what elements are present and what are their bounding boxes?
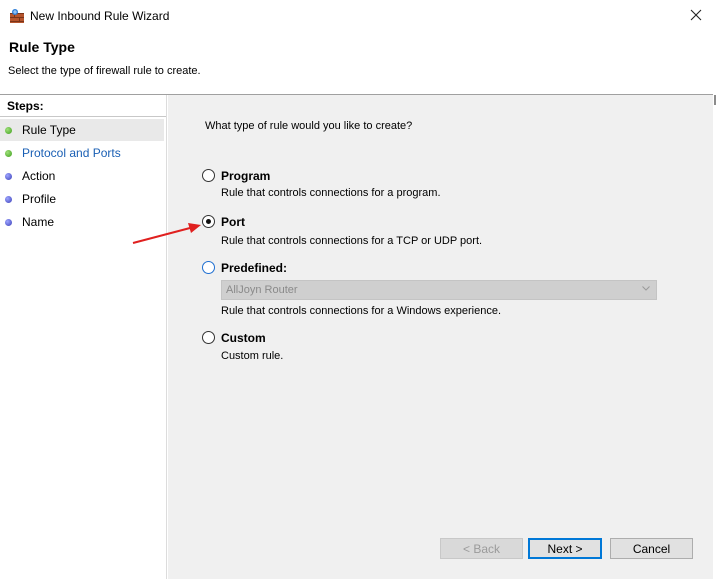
step-label[interactable]: Protocol and Ports: [22, 146, 121, 160]
step-status-icon: [5, 126, 12, 134]
step-action: Action: [0, 165, 164, 187]
predefined-description: Rule that controls connections for a Win…: [221, 305, 502, 317]
window-title: New Inbound Rule Wizard: [30, 9, 170, 23]
program-label[interactable]: Program: [221, 169, 270, 183]
program-radio[interactable]: [202, 169, 215, 182]
step-status-icon: [5, 172, 12, 180]
chevron-down-icon: [642, 286, 650, 291]
predefined-dropdown-value: AllJoyn Router: [226, 284, 298, 296]
port-description: Rule that controls connections for a TCP…: [221, 235, 483, 247]
custom-description: Custom rule.: [221, 350, 284, 362]
program-description: Rule that controls connections for a pro…: [221, 187, 441, 199]
step-label: Rule Type: [22, 123, 76, 137]
steps-divider: [0, 116, 166, 117]
wizard-window: New Inbound Rule Wizard Rule Type Select…: [0, 0, 713, 579]
scroll-tick: [714, 95, 716, 105]
rule-type-question: What type of rule would you like to crea…: [205, 120, 413, 132]
step-label: Profile: [22, 192, 57, 206]
back-button[interactable]: < Back: [440, 538, 523, 559]
step-status-icon: [5, 195, 12, 203]
wizard-header: Rule Type Select the type of firewall ru…: [0, 31, 713, 94]
steps-panel: Steps: Rule Type Protocol and Ports Acti…: [0, 95, 167, 579]
cancel-button[interactable]: Cancel: [610, 538, 693, 559]
predefined-label[interactable]: Predefined:: [221, 261, 287, 275]
page-title: Rule Type: [9, 39, 75, 55]
port-radio[interactable]: [202, 215, 215, 228]
predefined-radio[interactable]: [202, 261, 215, 274]
custom-label[interactable]: Custom: [221, 331, 266, 345]
steps-title: Steps:: [7, 99, 44, 113]
next-button[interactable]: Next >: [528, 538, 602, 559]
step-status-icon: [5, 218, 12, 226]
port-label[interactable]: Port: [221, 215, 245, 229]
step-label: Action: [22, 169, 56, 183]
step-label: Name: [22, 215, 55, 229]
predefined-dropdown[interactable]: AllJoyn Router: [221, 280, 657, 300]
custom-radio[interactable]: [202, 331, 215, 344]
close-button[interactable]: [681, 3, 711, 27]
step-name: Name: [0, 211, 164, 233]
title-bar: New Inbound Rule Wizard: [0, 0, 713, 31]
background-window-edge: [713, 0, 717, 579]
step-rule-type: Rule Type: [0, 119, 164, 141]
step-protocol-and-ports[interactable]: Protocol and Ports: [0, 142, 164, 164]
page-description: Select the type of firewall rule to crea…: [8, 65, 201, 77]
rule-type-panel: What type of rule would you like to crea…: [168, 95, 713, 579]
firewall-icon: [10, 9, 24, 23]
close-icon: [690, 9, 702, 21]
step-profile: Profile: [0, 188, 164, 210]
step-status-icon: [5, 149, 12, 157]
